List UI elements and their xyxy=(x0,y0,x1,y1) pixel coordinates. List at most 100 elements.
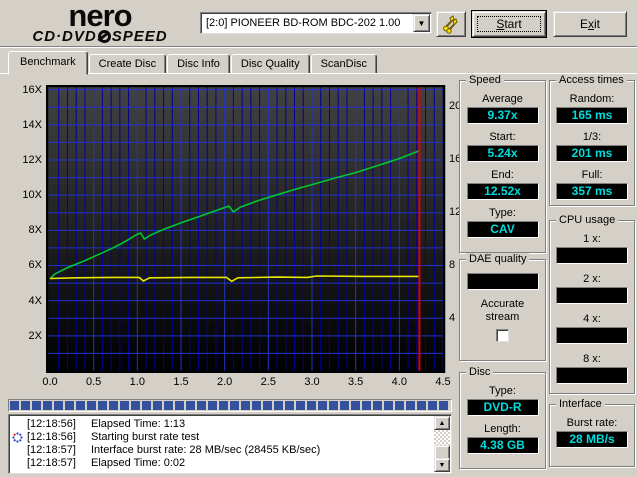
field-value: 12.52x xyxy=(467,183,539,200)
status-log-listbox[interactable]: [12:18:56]Elapsed Time: 1:13[12:18:56]St… xyxy=(8,414,452,474)
x-tick: 0.5 xyxy=(81,376,107,388)
x-tick: 0.0 xyxy=(37,376,63,388)
log-row: [12:18:56]Elapsed Time: 1:13 xyxy=(9,418,451,431)
tab-disc-info[interactable]: Disc Info xyxy=(167,54,230,74)
product-text: CD·DVD SPEED xyxy=(14,29,186,45)
tab-page-edge xyxy=(0,73,637,74)
tab-strip: BenchmarkCreate DiscDisc InfoDisc Qualit… xyxy=(8,51,378,74)
start-button[interactable]: Start xyxy=(472,11,546,37)
exit-label-post: it xyxy=(594,17,600,31)
disc-group: Disc Type:DVD-RLength:4.38 GB xyxy=(459,372,546,469)
dae-quality-value xyxy=(467,273,539,290)
field-label: Start: xyxy=(489,131,515,144)
progress-bar xyxy=(8,399,452,412)
field-value: 357 ms xyxy=(556,183,628,200)
speed-group: Speed Average9.37xStart:5.24xEnd:12.52xT… xyxy=(459,80,546,253)
accurate-stream-line1: Accurate xyxy=(481,298,524,310)
y-left-tick: 14X xyxy=(10,119,42,131)
log-timestamp: [12:18:56] xyxy=(27,418,91,431)
accurate-stream-checkbox[interactable] xyxy=(496,329,509,342)
x-tick: 1.0 xyxy=(124,376,150,388)
nero-cd-dvd-speed-window: nero CD·DVD SPEED [2:0] PIONEER BD-ROM BD… xyxy=(0,0,637,477)
field-label: 2 x: xyxy=(583,273,601,286)
field-label: Burst rate: xyxy=(567,417,618,430)
access-times-group: Access times Random:165 ms1/3:201 msFull… xyxy=(549,80,635,206)
field-label: 8 x: xyxy=(583,353,601,366)
accurate-stream-label: Accuratestream xyxy=(481,298,524,324)
x-tick: 4.0 xyxy=(386,376,412,388)
dae-quality-group: DAE quality Accuratestream xyxy=(459,259,546,361)
cpu-usage-group: CPU usage 1 x:2 x:4 x:8 x: xyxy=(549,220,635,394)
field-label: Length: xyxy=(484,423,521,436)
field-value: 28 MB/s xyxy=(556,431,628,448)
x-tick: 3.0 xyxy=(299,376,325,388)
arrow-up-icon[interactable]: ▲ xyxy=(434,416,450,430)
log-message: Elapsed Time: 1:13 xyxy=(91,418,451,431)
brand-text: nero xyxy=(14,3,186,29)
field-label: End: xyxy=(491,169,514,182)
tab-benchmark[interactable]: Benchmark xyxy=(8,51,88,75)
field-value: 4.38 GB xyxy=(467,437,539,454)
drive-select-combobox[interactable]: [2:0] PIONEER BD-ROM BDC-202 1.00 ▼ xyxy=(200,12,432,34)
y-left-tick: 2X xyxy=(10,330,42,342)
start-label-post: tart xyxy=(504,17,521,31)
field-value: DVD-R xyxy=(467,399,539,416)
log-row: [12:18:57]Interface burst rate: 28 MB/se… xyxy=(9,444,451,457)
field-value: 5.24x xyxy=(467,145,539,162)
disc-icon xyxy=(98,30,111,43)
nero-cd-dvd-speed-logo: nero CD·DVD SPEED xyxy=(14,3,186,45)
product-prefix: CD·DVD xyxy=(32,28,96,45)
field-label: Full: xyxy=(582,169,603,182)
exit-label-pre: E xyxy=(580,17,588,31)
x-tick: 3.5 xyxy=(343,376,369,388)
log-timestamp: [12:18:57] xyxy=(27,457,91,470)
field-label: Average xyxy=(482,93,523,106)
field-label: 1/3: xyxy=(583,131,601,144)
busy-icon xyxy=(12,432,23,443)
x-tick: 2.5 xyxy=(255,376,281,388)
y-left-tick: 4X xyxy=(10,295,42,307)
field-label: Type: xyxy=(489,207,516,220)
tab-scandisc[interactable]: ScanDisc xyxy=(311,54,377,74)
y-left-tick: 10X xyxy=(10,189,42,201)
toolbar-divider xyxy=(0,46,637,48)
field-value xyxy=(556,327,628,344)
product-suffix: SPEED xyxy=(112,28,168,45)
log-row: [12:18:56]Starting burst rate test xyxy=(9,431,451,444)
log-message: Starting burst rate test xyxy=(91,431,451,444)
field-value xyxy=(556,287,628,304)
exit-button[interactable]: Exit xyxy=(553,11,627,37)
field-value: 165 ms xyxy=(556,107,628,124)
status-log-rows: [12:18:56]Elapsed Time: 1:13[12:18:56]St… xyxy=(9,418,451,470)
chevron-down-icon[interactable]: ▼ xyxy=(413,14,430,32)
y-left-tick: 12X xyxy=(10,154,42,166)
tab-disc-quality[interactable]: Disc Quality xyxy=(231,54,310,74)
field-label: Random: xyxy=(570,93,615,106)
field-value: CAV xyxy=(467,221,539,238)
log-message: Elapsed Time: 0:02 xyxy=(91,457,451,470)
x-tick: 4.5 xyxy=(430,376,456,388)
log-scrollbar[interactable]: ▲ ▼ xyxy=(434,416,450,472)
y-left-tick: 8X xyxy=(10,224,42,236)
options-button[interactable] xyxy=(436,11,466,37)
chart-plot-area xyxy=(46,85,446,373)
log-timestamp: [12:18:56] xyxy=(27,431,91,444)
y-left-tick: 6X xyxy=(10,259,42,271)
arrow-down-icon[interactable]: ▼ xyxy=(434,458,450,472)
field-label: 1 x: xyxy=(583,233,601,246)
field-value xyxy=(556,247,628,264)
log-timestamp: [12:18:57] xyxy=(27,444,91,457)
field-label: 4 x: xyxy=(583,313,601,326)
log-row: [12:18:57]Elapsed Time: 0:02 xyxy=(9,457,451,470)
accurate-stream-line2: stream xyxy=(486,311,520,323)
y-left-tick: 16X xyxy=(10,84,42,96)
start-label-accel: S xyxy=(496,17,504,31)
field-value: 201 ms xyxy=(556,145,628,162)
log-message: Interface burst rate: 28 MB/sec (28455 K… xyxy=(91,444,451,457)
x-tick: 1.5 xyxy=(168,376,194,388)
field-value xyxy=(556,367,628,384)
tab-create-disc[interactable]: Create Disc xyxy=(89,54,166,74)
field-value: 9.37x xyxy=(467,107,539,124)
tools-icon xyxy=(441,14,461,34)
benchmark-chart xyxy=(46,85,446,373)
